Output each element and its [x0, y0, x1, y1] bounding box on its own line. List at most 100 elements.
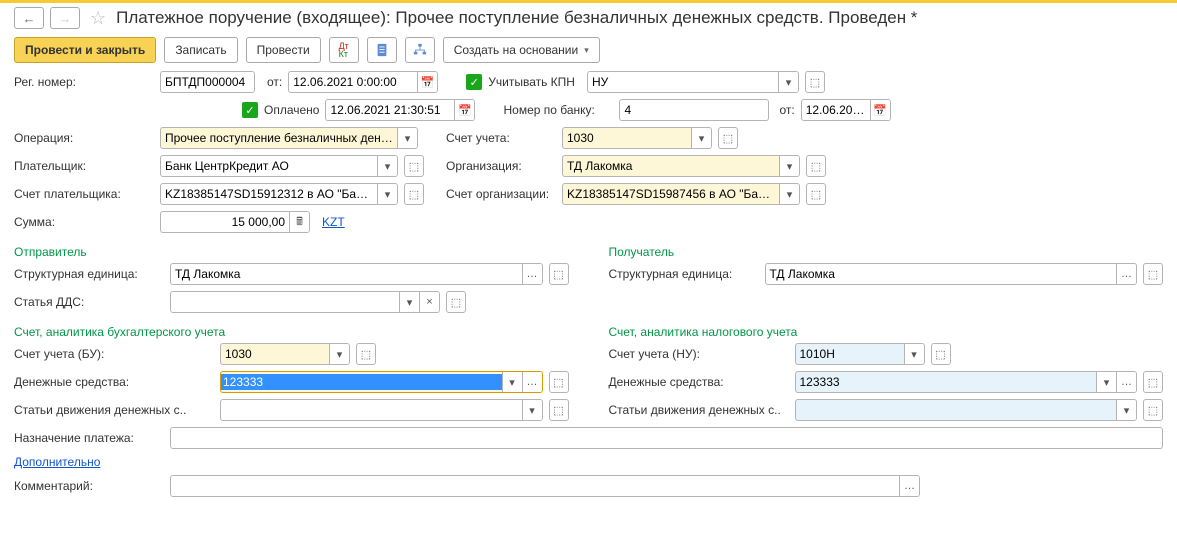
dds-label: Статья ДДС:: [14, 295, 164, 309]
sum-input[interactable]: 15 000,00🖩: [160, 211, 310, 233]
dropdown-icon[interactable]: ▾: [779, 156, 799, 176]
open-icon[interactable]: ⬚: [549, 371, 569, 393]
bank-date-input[interactable]: 12.06.2021📅: [801, 99, 891, 121]
write-button[interactable]: Записать: [164, 37, 237, 63]
dropdown-icon[interactable]: ▾: [502, 372, 522, 392]
dropdown-icon[interactable]: ▾: [329, 344, 349, 364]
payer-acc-label: Счет плательщика:: [14, 187, 154, 201]
reg-date-input[interactable]: 12.06.2021 0:00:00📅: [288, 71, 438, 93]
document-icon: [375, 43, 389, 57]
cash-nu-input[interactable]: 123333▾…: [795, 371, 1138, 393]
dropdown-icon[interactable]: ▾: [377, 156, 397, 176]
calendar-icon[interactable]: 📅: [454, 100, 474, 120]
cash-bu-input[interactable]: 123333▾…: [220, 371, 543, 393]
more-icon[interactable]: …: [522, 264, 542, 284]
paid-checkbox[interactable]: ✓: [242, 102, 258, 118]
payer-acc-input[interactable]: KZ18385147SD15912312 в АО "Банк Центр▾: [160, 183, 398, 205]
reg-no-input[interactable]: БПТДП000004: [160, 71, 255, 93]
create-based-on-button[interactable]: Создать на основании: [443, 37, 600, 63]
report-button[interactable]: [367, 37, 397, 63]
open-icon[interactable]: ⬚: [1143, 399, 1163, 421]
more-icon[interactable]: …: [899, 476, 919, 496]
dropdown-icon[interactable]: ▾: [397, 128, 417, 148]
open-icon[interactable]: ⬚: [1143, 263, 1163, 285]
org-input[interactable]: ТД Лакомка▾: [562, 155, 800, 177]
sender-unit-input[interactable]: ТД Лакомка…: [170, 263, 543, 285]
move-bu-label: Статьи движения денежных с..: [14, 403, 214, 417]
move-nu-input[interactable]: ▾: [795, 399, 1138, 421]
calendar-icon[interactable]: 📅: [417, 72, 437, 92]
clear-icon[interactable]: ×: [419, 292, 439, 312]
receiver-unit-input[interactable]: ТД Лакомка…: [765, 263, 1138, 285]
operation-label: Операция:: [14, 131, 154, 145]
receiver-unit-label: Структурная единица:: [609, 267, 759, 281]
tax-type-input[interactable]: НУ▾: [587, 71, 799, 93]
receiver-title: Получатель: [609, 245, 1164, 259]
dropdown-icon[interactable]: ▾: [1116, 400, 1136, 420]
open-icon[interactable]: ⬚: [1143, 371, 1163, 393]
purpose-input[interactable]: [170, 427, 1163, 449]
account-input[interactable]: 1030▾: [562, 127, 712, 149]
open-icon[interactable]: ⬚: [446, 291, 466, 313]
open-icon[interactable]: ⬚: [404, 155, 424, 177]
open-icon[interactable]: ⬚: [549, 399, 569, 421]
purpose-label: Назначение платежа:: [14, 431, 164, 445]
accounting-title: Счет, аналитика бухгалтерского учета: [14, 325, 569, 339]
move-bu-input[interactable]: ▾: [220, 399, 543, 421]
structure-button[interactable]: [405, 37, 435, 63]
tree-icon: [413, 43, 427, 57]
open-icon[interactable]: ⬚: [549, 263, 569, 285]
acc-nu-label: Счет учета (НУ):: [609, 347, 789, 361]
bank-no-label: Номер по банку:: [503, 103, 613, 117]
operation-input[interactable]: Прочее поступление безналичных денежны▾: [160, 127, 418, 149]
dropdown-icon[interactable]: ▾: [1096, 372, 1116, 392]
open-icon[interactable]: ⬚: [806, 155, 826, 177]
open-icon[interactable]: ⬚: [404, 183, 424, 205]
org-acc-input[interactable]: KZ18385147SD15987456 в АО "Банк Ц▾: [562, 183, 800, 205]
paid-date-input[interactable]: 12.06.2021 21:30:51📅: [325, 99, 475, 121]
dropdown-icon[interactable]: ▾: [522, 400, 542, 420]
payer-input[interactable]: Банк ЦентрКредит АО▾: [160, 155, 398, 177]
bank-no-input[interactable]: 4: [619, 99, 769, 121]
acc-bu-input[interactable]: 1030▾: [220, 343, 350, 365]
account-label: Счет учета:: [446, 131, 556, 145]
calendar-icon[interactable]: 📅: [870, 100, 890, 120]
sum-label: Сумма:: [14, 215, 154, 229]
dds-input[interactable]: ▾×: [170, 291, 440, 313]
cash-nu-label: Денежные средства:: [609, 375, 789, 389]
dropdown-icon[interactable]: ▾: [399, 292, 419, 312]
post-and-close-button[interactable]: Провести и закрыть: [14, 37, 156, 63]
acc-nu-input[interactable]: 1010Н▾: [795, 343, 925, 365]
currency-link[interactable]: KZT: [322, 215, 345, 229]
open-icon[interactable]: ⬚: [718, 127, 738, 149]
dropdown-icon[interactable]: ▾: [778, 72, 798, 92]
page-title: Платежное поручение (входящее): Прочее п…: [116, 8, 917, 28]
tax-acc-title: Счет, аналитика налогового учета: [609, 325, 1164, 339]
dropdown-icon[interactable]: ▾: [779, 184, 799, 204]
bank-from-label: от:: [779, 103, 794, 117]
paid-label: Оплачено: [264, 103, 319, 117]
open-icon[interactable]: ⬚: [806, 183, 826, 205]
debit-credit-button[interactable]: ДтКт: [329, 37, 359, 63]
payer-label: Плательщик:: [14, 159, 154, 173]
more-icon[interactable]: …: [1116, 372, 1136, 392]
comment-input[interactable]: …: [170, 475, 920, 497]
post-button[interactable]: Провести: [246, 37, 321, 63]
more-link[interactable]: Дополнительно: [14, 455, 100, 469]
consider-kpn-label: Учитывать КПН: [488, 75, 575, 89]
more-icon[interactable]: …: [1116, 264, 1136, 284]
more-icon[interactable]: …: [522, 372, 542, 392]
open-icon[interactable]: ⬚: [356, 343, 376, 365]
sender-title: Отправитель: [14, 245, 569, 259]
calculator-icon[interactable]: 🖩: [289, 212, 309, 232]
favorite-star-icon[interactable]: ☆: [90, 8, 106, 29]
dropdown-icon[interactable]: ▾: [691, 128, 711, 148]
nav-forward-button[interactable]: →: [50, 7, 80, 29]
open-icon[interactable]: ⬚: [805, 71, 825, 93]
nav-back-button[interactable]: ←: [14, 7, 44, 29]
consider-kpn-checkbox[interactable]: ✓: [466, 74, 482, 90]
dropdown-icon[interactable]: ▾: [377, 184, 397, 204]
dropdown-icon[interactable]: ▾: [904, 344, 924, 364]
open-icon[interactable]: ⬚: [931, 343, 951, 365]
cash-bu-label: Денежные средства:: [14, 375, 214, 389]
